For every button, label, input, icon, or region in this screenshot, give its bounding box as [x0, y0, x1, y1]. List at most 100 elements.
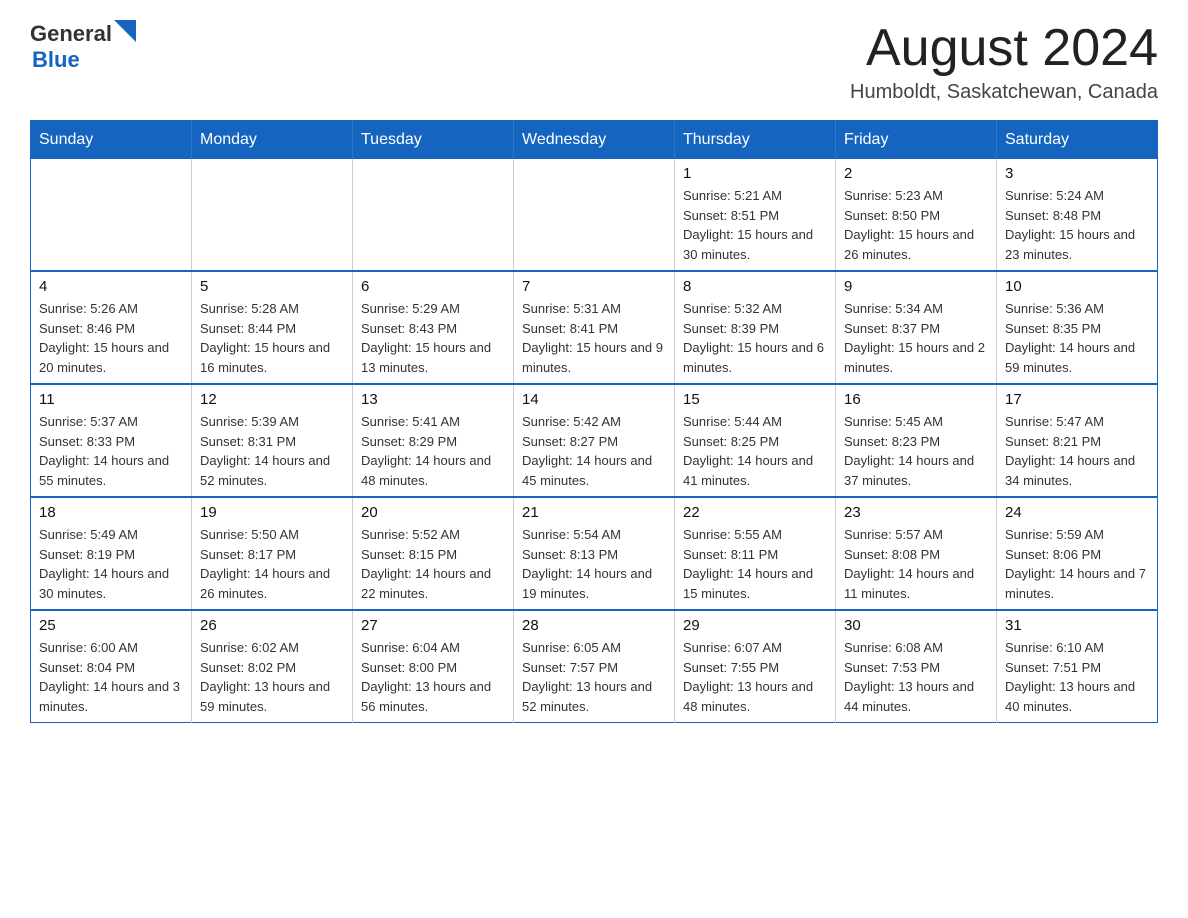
calendar-week-4: 18 Sunrise: 5:49 AM Sunset: 8:19 PM Dayli… — [31, 497, 1158, 610]
calendar-body: 1Sunrise: 5:21 AM Sunset: 8:51 PM Daylig… — [31, 159, 1158, 723]
calendar-cell: 7 Sunrise: 5:31 AM Sunset: 8:41 PM Daylig… — [514, 271, 675, 384]
calendar-cell: 25 Sunrise: 6:00 AM Sunset: 8:04 PM Dayli… — [31, 610, 192, 723]
day-number: 23 — [844, 504, 988, 521]
calendar-cell: 30 Sunrise: 6:08 AM Sunset: 7:53 PM Dayli… — [836, 610, 997, 723]
day-info: Sunrise: 5:21 AM Sunset: 8:51 PM Dayligh… — [683, 186, 827, 264]
day-number: 27 — [361, 617, 505, 634]
calendar-cell: 16 Sunrise: 5:45 AM Sunset: 8:23 PM Dayli… — [836, 384, 997, 497]
logo: General Blue — [30, 20, 136, 73]
day-number: 2 — [844, 165, 988, 182]
calendar-cell: 12 Sunrise: 5:39 AM Sunset: 8:31 PM Dayli… — [192, 384, 353, 497]
day-info: Sunrise: 5:28 AM Sunset: 8:44 PM Dayligh… — [200, 299, 344, 377]
calendar-week-5: 25 Sunrise: 6:00 AM Sunset: 8:04 PM Dayli… — [31, 610, 1158, 723]
calendar-header: SundayMondayTuesdayWednesdayThursdayFrid… — [31, 121, 1158, 160]
day-number: 8 — [683, 278, 827, 295]
calendar-cell: 2Sunrise: 5:23 AM Sunset: 8:50 PM Daylig… — [836, 159, 997, 271]
day-number: 20 — [361, 504, 505, 521]
day-info: Sunrise: 5:49 AM Sunset: 8:19 PM Dayligh… — [39, 525, 183, 603]
calendar-cell: 24 Sunrise: 5:59 AM Sunset: 8:06 PM Dayli… — [997, 497, 1158, 610]
calendar-cell: 28 Sunrise: 6:05 AM Sunset: 7:57 PM Dayli… — [514, 610, 675, 723]
day-info: Sunrise: 5:37 AM Sunset: 8:33 PM Dayligh… — [39, 412, 183, 490]
calendar-cell: 18 Sunrise: 5:49 AM Sunset: 8:19 PM Dayli… — [31, 497, 192, 610]
day-info: Sunrise: 5:29 AM Sunset: 8:43 PM Dayligh… — [361, 299, 505, 377]
day-info: Sunrise: 5:36 AM Sunset: 8:35 PM Dayligh… — [1005, 299, 1149, 377]
day-info: Sunrise: 5:24 AM Sunset: 8:48 PM Dayligh… — [1005, 186, 1149, 264]
day-number: 30 — [844, 617, 988, 634]
weekday-header-sunday: Sunday — [31, 121, 192, 160]
day-number: 17 — [1005, 391, 1149, 408]
day-number: 16 — [844, 391, 988, 408]
day-number: 18 — [39, 504, 183, 521]
day-info: Sunrise: 6:05 AM Sunset: 7:57 PM Dayligh… — [522, 638, 666, 716]
day-number: 3 — [1005, 165, 1149, 182]
day-info: Sunrise: 6:07 AM Sunset: 7:55 PM Dayligh… — [683, 638, 827, 716]
day-info: Sunrise: 5:54 AM Sunset: 8:13 PM Dayligh… — [522, 525, 666, 603]
day-number: 5 — [200, 278, 344, 295]
day-number: 11 — [39, 391, 183, 408]
day-number: 9 — [844, 278, 988, 295]
subtitle: Humboldt, Saskatchewan, Canada — [850, 81, 1158, 104]
calendar-cell: 6 Sunrise: 5:29 AM Sunset: 8:43 PM Daylig… — [353, 271, 514, 384]
day-number: 24 — [1005, 504, 1149, 521]
calendar-table: SundayMondayTuesdayWednesdayThursdayFrid… — [30, 120, 1158, 723]
day-info: Sunrise: 5:52 AM Sunset: 8:15 PM Dayligh… — [361, 525, 505, 603]
day-number: 29 — [683, 617, 827, 634]
day-info: Sunrise: 6:10 AM Sunset: 7:51 PM Dayligh… — [1005, 638, 1149, 716]
day-number: 10 — [1005, 278, 1149, 295]
calendar-cell: 29 Sunrise: 6:07 AM Sunset: 7:55 PM Dayli… — [675, 610, 836, 723]
day-info: Sunrise: 5:31 AM Sunset: 8:41 PM Dayligh… — [522, 299, 666, 377]
calendar-week-2: 4 Sunrise: 5:26 AM Sunset: 8:46 PM Daylig… — [31, 271, 1158, 384]
day-number: 25 — [39, 617, 183, 634]
calendar-week-3: 11 Sunrise: 5:37 AM Sunset: 8:33 PM Dayli… — [31, 384, 1158, 497]
calendar-cell: 27Sunrise: 6:04 AM Sunset: 8:00 PM Dayli… — [353, 610, 514, 723]
logo-triangle-icon — [114, 20, 136, 42]
day-number: 7 — [522, 278, 666, 295]
calendar-cell: 19 Sunrise: 5:50 AM Sunset: 8:17 PM Dayli… — [192, 497, 353, 610]
calendar-cell: 17 Sunrise: 5:47 AM Sunset: 8:21 PM Dayli… — [997, 384, 1158, 497]
day-info: Sunrise: 5:50 AM Sunset: 8:17 PM Dayligh… — [200, 525, 344, 603]
calendar-cell: 21 Sunrise: 5:54 AM Sunset: 8:13 PM Dayli… — [514, 497, 675, 610]
day-info: Sunrise: 5:42 AM Sunset: 8:27 PM Dayligh… — [522, 412, 666, 490]
day-info: Sunrise: 5:59 AM Sunset: 8:06 PM Dayligh… — [1005, 525, 1149, 603]
day-number: 4 — [39, 278, 183, 295]
day-info: Sunrise: 5:47 AM Sunset: 8:21 PM Dayligh… — [1005, 412, 1149, 490]
calendar-cell: 10 Sunrise: 5:36 AM Sunset: 8:35 PM Dayli… — [997, 271, 1158, 384]
day-number: 21 — [522, 504, 666, 521]
calendar-cell — [31, 159, 192, 271]
day-number: 14 — [522, 391, 666, 408]
calendar-cell: 8Sunrise: 5:32 AM Sunset: 8:39 PM Daylig… — [675, 271, 836, 384]
calendar-cell: 13Sunrise: 5:41 AM Sunset: 8:29 PM Dayli… — [353, 384, 514, 497]
calendar-cell: 11 Sunrise: 5:37 AM Sunset: 8:33 PM Dayli… — [31, 384, 192, 497]
day-info: Sunrise: 5:26 AM Sunset: 8:46 PM Dayligh… — [39, 299, 183, 377]
day-number: 15 — [683, 391, 827, 408]
calendar-cell: 14 Sunrise: 5:42 AM Sunset: 8:27 PM Dayli… — [514, 384, 675, 497]
day-number: 26 — [200, 617, 344, 634]
day-info: Sunrise: 5:45 AM Sunset: 8:23 PM Dayligh… — [844, 412, 988, 490]
calendar-cell: 15 Sunrise: 5:44 AM Sunset: 8:25 PM Dayli… — [675, 384, 836, 497]
day-info: Sunrise: 5:57 AM Sunset: 8:08 PM Dayligh… — [844, 525, 988, 603]
day-info: Sunrise: 5:39 AM Sunset: 8:31 PM Dayligh… — [200, 412, 344, 490]
calendar-cell: 26Sunrise: 6:02 AM Sunset: 8:02 PM Dayli… — [192, 610, 353, 723]
day-number: 12 — [200, 391, 344, 408]
day-info: Sunrise: 6:08 AM Sunset: 7:53 PM Dayligh… — [844, 638, 988, 716]
calendar-cell — [514, 159, 675, 271]
logo-blue-text: Blue — [32, 47, 80, 73]
calendar-cell: 9 Sunrise: 5:34 AM Sunset: 8:37 PM Daylig… — [836, 271, 997, 384]
logo-general-text: General — [30, 21, 112, 47]
day-info: Sunrise: 5:34 AM Sunset: 8:37 PM Dayligh… — [844, 299, 988, 377]
calendar-cell: 5 Sunrise: 5:28 AM Sunset: 8:44 PM Daylig… — [192, 271, 353, 384]
calendar-cell: 20 Sunrise: 5:52 AM Sunset: 8:15 PM Dayli… — [353, 497, 514, 610]
day-number: 19 — [200, 504, 344, 521]
day-number: 6 — [361, 278, 505, 295]
page-header: General Blue August 2024 Humboldt, Saska… — [30, 20, 1158, 104]
main-title: August 2024 — [850, 20, 1158, 77]
day-info: Sunrise: 6:00 AM Sunset: 8:04 PM Dayligh… — [39, 638, 183, 716]
calendar-week-1: 1Sunrise: 5:21 AM Sunset: 8:51 PM Daylig… — [31, 159, 1158, 271]
weekday-header-thursday: Thursday — [675, 121, 836, 160]
day-info: Sunrise: 5:55 AM Sunset: 8:11 PM Dayligh… — [683, 525, 827, 603]
day-number: 28 — [522, 617, 666, 634]
calendar-cell — [353, 159, 514, 271]
calendar-cell: 3 Sunrise: 5:24 AM Sunset: 8:48 PM Daylig… — [997, 159, 1158, 271]
weekday-header-friday: Friday — [836, 121, 997, 160]
day-info: Sunrise: 5:44 AM Sunset: 8:25 PM Dayligh… — [683, 412, 827, 490]
